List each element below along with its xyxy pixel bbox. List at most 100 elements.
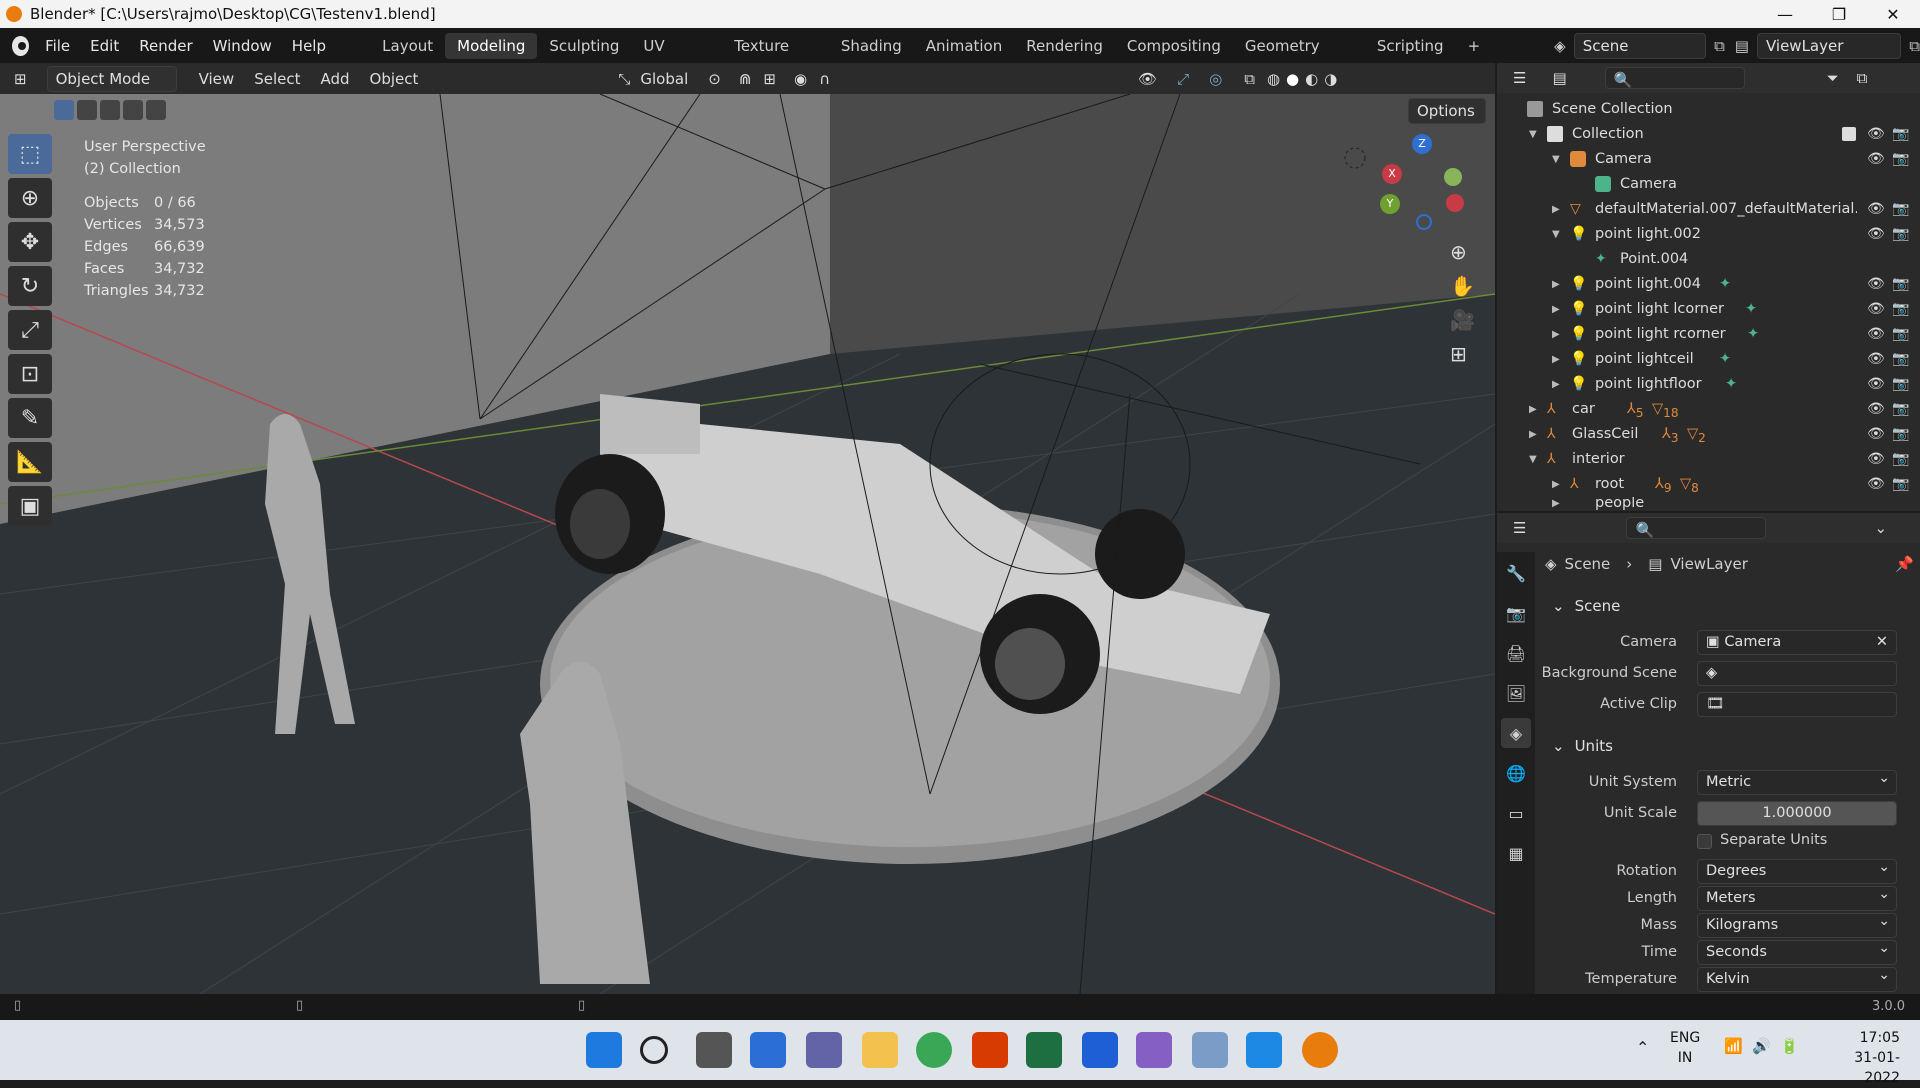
visibility-eye-icon[interactable]: 👁	[1867, 147, 1885, 172]
menu-file[interactable]: File	[35, 37, 80, 55]
collection-tab-icon[interactable]: ▭	[1501, 798, 1531, 828]
tab-modeling[interactable]: Modeling	[445, 32, 538, 59]
tab-rendering[interactable]: Rendering	[1014, 33, 1115, 59]
render-camera-icon[interactable]: 📷	[1892, 347, 1909, 372]
chat-icon[interactable]	[806, 1032, 842, 1068]
gizmo-neg-x[interactable]	[1446, 194, 1464, 212]
cursor-tool-icon[interactable]: ⊕	[8, 178, 52, 218]
visibility-icon[interactable]: 👁	[1138, 70, 1157, 88]
outliner-row-car[interactable]: ▶ ⅄ car ⅄5 ▽18 👁 📷	[1497, 397, 1920, 422]
visibility-eye-icon[interactable]: 👁	[1867, 272, 1885, 297]
scene-section-header[interactable]: ⌄ Scene	[1542, 591, 1907, 621]
menu-object[interactable]: Object	[360, 70, 429, 88]
outliner-row-root[interactable]: ▶ ⅄ root ⅄9 ▽8 👁 📷	[1497, 472, 1920, 497]
render-camera-icon[interactable]: 📷	[1892, 272, 1909, 297]
task-view-icon[interactable]	[696, 1032, 732, 1068]
select-extend-icon[interactable]	[77, 100, 97, 120]
outliner-row-interior[interactable]: ▼ ⅄ interior 👁 📷	[1497, 447, 1920, 472]
render-camera-icon[interactable]: 📷	[1892, 222, 1909, 247]
outliner-row-point-004[interactable]: ✦ Point.004	[1497, 247, 1920, 272]
render-camera-icon[interactable]: 📷	[1892, 297, 1909, 322]
visibility-eye-icon[interactable]: 👁	[1867, 222, 1885, 247]
visual-studio-icon[interactable]	[1136, 1032, 1172, 1068]
zoom-icon[interactable]: ⊕	[1450, 240, 1475, 264]
visibility-eye-icon[interactable]: 👁	[1867, 372, 1885, 397]
properties-editor-type-icon[interactable]: ☰	[1513, 519, 1526, 537]
snap-icon[interactable]: ⋒	[739, 70, 752, 88]
view-layer-selector[interactable]: ViewLayer	[1756, 32, 1902, 59]
visibility-eye-icon[interactable]: 👁	[1867, 122, 1885, 147]
wireframe-shading-icon[interactable]: ◍	[1267, 70, 1280, 88]
temperature-select[interactable]: Kelvin	[1697, 964, 1897, 992]
solid-shading-icon[interactable]: ●	[1286, 70, 1299, 88]
outliner-row-mesh[interactable]: ▶ ▽ defaultMaterial.007_defaultMaterial.…	[1497, 197, 1920, 222]
menu-window[interactable]: Window	[203, 37, 282, 55]
render-camera-icon[interactable]: 📷	[1892, 122, 1909, 147]
language-indicator[interactable]: ENG IN	[1670, 1028, 1700, 1068]
tab-texture-paint[interactable]: Texture Paint	[722, 33, 829, 81]
falloff-icon[interactable]: ∩	[819, 70, 830, 88]
select-new-icon[interactable]	[54, 100, 74, 120]
menu-edit[interactable]: Edit	[80, 37, 129, 55]
rotate-tool-icon[interactable]: ↻	[8, 266, 52, 306]
visibility-eye-icon[interactable]: 👁	[1867, 197, 1885, 222]
tab-uv-editing[interactable]: UV Editing	[631, 33, 722, 81]
3d-viewport[interactable]: User Perspective (2) Collection Objects 0…	[0, 94, 1495, 994]
outliner-row-camera-data[interactable]: Camera	[1497, 172, 1920, 197]
visibility-eye-icon[interactable]: 👁	[1867, 472, 1885, 497]
outliner-row-point-light-rcorner[interactable]: ▶ 💡 point light rcorner ✦ 👁 📷	[1497, 322, 1920, 347]
outliner-scene-collection[interactable]: Scene Collection	[1497, 97, 1920, 122]
clock[interactable]: 17:05 31-01-2022	[1820, 1028, 1900, 1088]
render-camera-icon[interactable]: 📷	[1892, 397, 1909, 422]
outliner-search-input[interactable]: 🔍	[1604, 67, 1745, 89]
output-tab-icon[interactable]: 🖨	[1501, 638, 1531, 668]
render-camera-icon[interactable]: 📷	[1892, 422, 1909, 447]
outliner-row-point-lightceil[interactable]: ▶ 💡 point lightceil ✦ 👁 📷	[1497, 347, 1920, 372]
wifi-icon[interactable]: 📶	[1724, 1037, 1743, 1055]
render-camera-icon[interactable]: 📷	[1892, 147, 1909, 172]
outliner-row-point-light-002[interactable]: ▼ 💡 point light.002 👁 📷	[1497, 222, 1920, 247]
active-clip-field[interactable]: 🎞	[1697, 692, 1897, 717]
outliner-row-point-lightfloor[interactable]: ▶ 💡 point lightfloor ✦ 👁 📷	[1497, 372, 1920, 397]
tab-layout[interactable]: Layout	[370, 33, 445, 59]
battery-icon[interactable]: 🔋	[1780, 1037, 1799, 1055]
render-camera-icon[interactable]: 📷	[1892, 322, 1909, 347]
outliner-row-point-light-004[interactable]: ▶ 💡 point light.004 ✦ 👁 📷	[1497, 272, 1920, 297]
outliner-row-camera[interactable]: ▼ Camera 👁 📷	[1497, 147, 1920, 172]
close-button[interactable]: ✕	[1866, 5, 1920, 24]
tool-tab-icon[interactable]: 🔧	[1501, 558, 1531, 588]
length-select[interactable]: Meters	[1697, 883, 1897, 911]
spreadsheet-app-icon[interactable]	[1026, 1032, 1062, 1068]
overlay-toggle-icon[interactable]: ◎	[1209, 70, 1222, 88]
gizmo-z-axis[interactable]: Z	[1412, 134, 1432, 154]
mass-select[interactable]: Kilograms	[1697, 910, 1897, 938]
filter-icon[interactable]: ⏷	[1827, 69, 1839, 87]
transform-orientation-icon[interactable]: ⤡	[618, 70, 630, 88]
outliner-row-point-light-lcorner[interactable]: ▶ 💡 point light lcorner ✦ 👁 📷	[1497, 297, 1920, 322]
scale-tool-icon[interactable]: ⤢	[8, 310, 52, 350]
properties-options-icon[interactable]: ⌄	[1874, 519, 1887, 537]
tab-scripting[interactable]: Scripting	[1365, 33, 1456, 59]
display-mode-icon[interactable]: ▤	[1552, 69, 1566, 87]
menu-help[interactable]: Help	[282, 37, 336, 55]
navigation-gizmo[interactable]: Z X Y	[1380, 134, 1470, 230]
render-camera-icon[interactable]: 📷	[1892, 472, 1909, 497]
mode-selector[interactable]: Object Mode	[46, 65, 177, 92]
gizmo-y-axis[interactable]: Y	[1380, 194, 1400, 214]
editor-type-icon[interactable]: ⊞	[14, 70, 27, 88]
menu-view[interactable]: View	[189, 70, 245, 88]
separate-units-checkbox[interactable]	[1697, 834, 1712, 849]
render-camera-icon[interactable]: 📷	[1892, 372, 1909, 397]
properties-search-input[interactable]: 🔍	[1626, 517, 1767, 539]
new-scene-icon[interactable]: ⧉	[1714, 37, 1725, 55]
pan-hand-icon[interactable]: ✋	[1450, 274, 1475, 298]
render-camera-icon[interactable]: 📷	[1892, 197, 1909, 222]
tab-animation[interactable]: Animation	[914, 33, 1014, 59]
tab-geometry-nodes[interactable]: Geometry Nodes	[1233, 33, 1365, 81]
new-collection-icon[interactable]: ⧉	[1857, 69, 1868, 87]
gizmo-x-axis[interactable]: X	[1382, 164, 1402, 184]
snap-target-icon[interactable]: ⊞	[763, 70, 776, 88]
units-section-header[interactable]: ⌄ Units	[1542, 731, 1907, 761]
scene-tab-icon[interactable]: ◈	[1501, 718, 1531, 748]
outliner-row-people[interactable]: ▶ people	[1497, 497, 1920, 511]
